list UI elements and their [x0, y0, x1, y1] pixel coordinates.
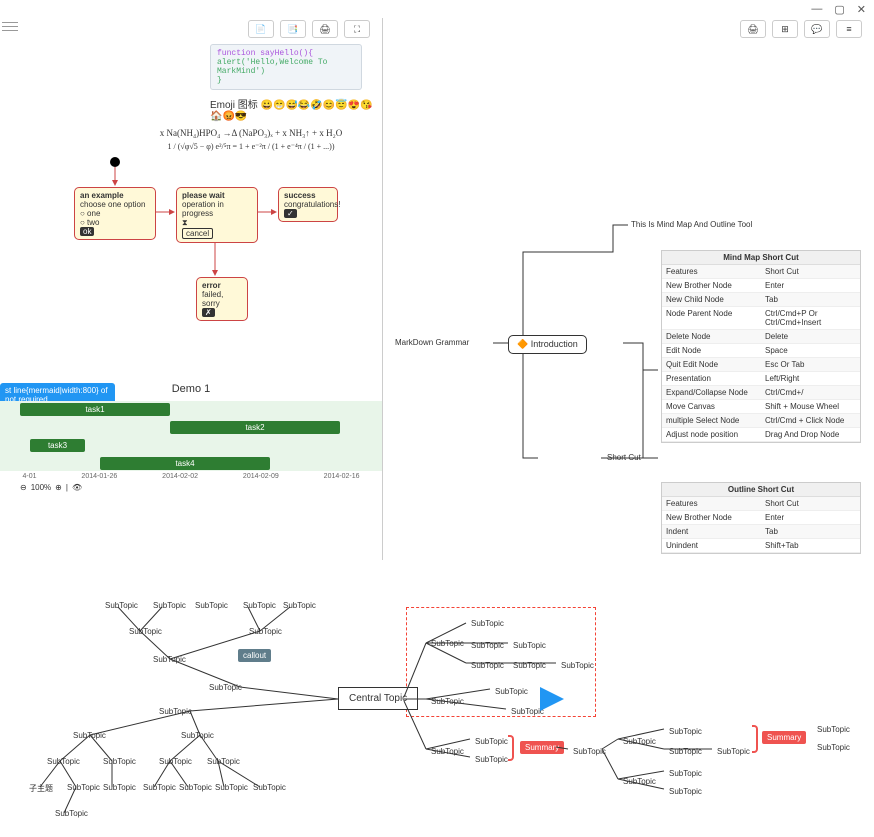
- tool-print[interactable]: 🖨: [312, 20, 338, 38]
- gantt-dates: 4-012014-01-262014-02-022014-02-092014-0…: [0, 473, 382, 480]
- zoom-in-icon[interactable]: ⊕: [55, 483, 62, 492]
- preview-pane: 🖨 ⊞ 💬 ≡ 🔶 Introduction This Is Mind Map …: [382, 18, 874, 560]
- tool-fullscreen[interactable]: ⛶: [344, 20, 370, 38]
- intro-icon: 🔶: [517, 339, 528, 349]
- editor-pane: 📄 📑 🖨 ⛶ function sayHello(){ alert('Hell…: [0, 18, 382, 560]
- mm-shortcut[interactable]: Short Cut: [607, 453, 641, 462]
- state-diagram: an example choose one option ○ one ○ two…: [0, 157, 382, 347]
- maximize-button[interactable]: ▢: [834, 3, 844, 16]
- mm-table-outline: Outline Short Cut FeaturesShort CutNew B…: [661, 482, 861, 554]
- state-wait: please wait operation in progress ⧗ canc…: [176, 187, 258, 243]
- summary-2: Summary: [762, 731, 806, 744]
- gantt-chart: task1 task2 task3 task4: [0, 401, 382, 471]
- tool-doc[interactable]: 📄: [248, 20, 274, 38]
- state-example: an example choose one option ○ one ○ two…: [74, 187, 156, 240]
- start-node: [110, 157, 120, 167]
- summary-bracket: [508, 735, 514, 761]
- rtool-list[interactable]: ≡: [836, 20, 862, 38]
- rtool-print[interactable]: 🖨: [740, 20, 766, 38]
- gantt-area: st line{mermaid|width:800} of not requir…: [0, 383, 382, 480]
- tool-copy[interactable]: 📑: [280, 20, 306, 38]
- callout: callout: [238, 649, 271, 662]
- mindmap[interactable]: 🔶 Introduction This Is Mind Map And Outl…: [383, 40, 874, 560]
- mindmap-example[interactable]: Central Topic SubTopic SubTopic SubTopic…: [0, 576, 874, 836]
- rtool-comment[interactable]: 💬: [804, 20, 830, 38]
- state-error: error failed, sorry ✗: [196, 277, 248, 321]
- rtool-grid[interactable]: ⊞: [772, 20, 798, 38]
- summary-bracket-2: [752, 725, 758, 753]
- mm-grammar[interactable]: MarkDown Grammar: [395, 338, 469, 347]
- mm-desc: This Is Mind Map And Outline Tool: [631, 220, 752, 229]
- emoji-row: Emoji 图标 😀😁😅😂🤣😊😇😍😘🏠😡😎: [0, 94, 382, 124]
- mm-intro[interactable]: 🔶 Introduction: [508, 335, 587, 354]
- titlebar: — ▢ ✕: [0, 0, 874, 18]
- zoom-level: 100%: [31, 483, 51, 492]
- code-block: function sayHello(){ alert('Hello,Welcom…: [210, 44, 362, 90]
- formula-2: 1 / (√φ√5 − φ) e²/⁵π = 1 + e⁻²π / (1 + e…: [140, 142, 362, 151]
- summary-1: Summary: [520, 741, 564, 754]
- central-topic[interactable]: Central Topic: [338, 687, 418, 710]
- close-button[interactable]: ✕: [857, 3, 866, 16]
- preview-icon[interactable]: 👁: [72, 483, 82, 492]
- mm-table-mindmap: Mind Map Short Cut FeaturesShort CutNew …: [661, 250, 861, 443]
- formula-1: x Na(NH₄)HPO₄ →Δ (NaPO₃)ₓ + x NH₃↑ + x H…: [140, 128, 362, 138]
- zoom-out-icon[interactable]: ⊖: [20, 483, 27, 492]
- minimize-button[interactable]: —: [811, 3, 822, 15]
- menu-icon[interactable]: [0, 18, 20, 34]
- zoom-control[interactable]: ⊖ 100% ⊕ | 👁: [20, 483, 82, 492]
- triangle-icon: [540, 687, 564, 711]
- state-success: success congratulations! ✓: [278, 187, 338, 222]
